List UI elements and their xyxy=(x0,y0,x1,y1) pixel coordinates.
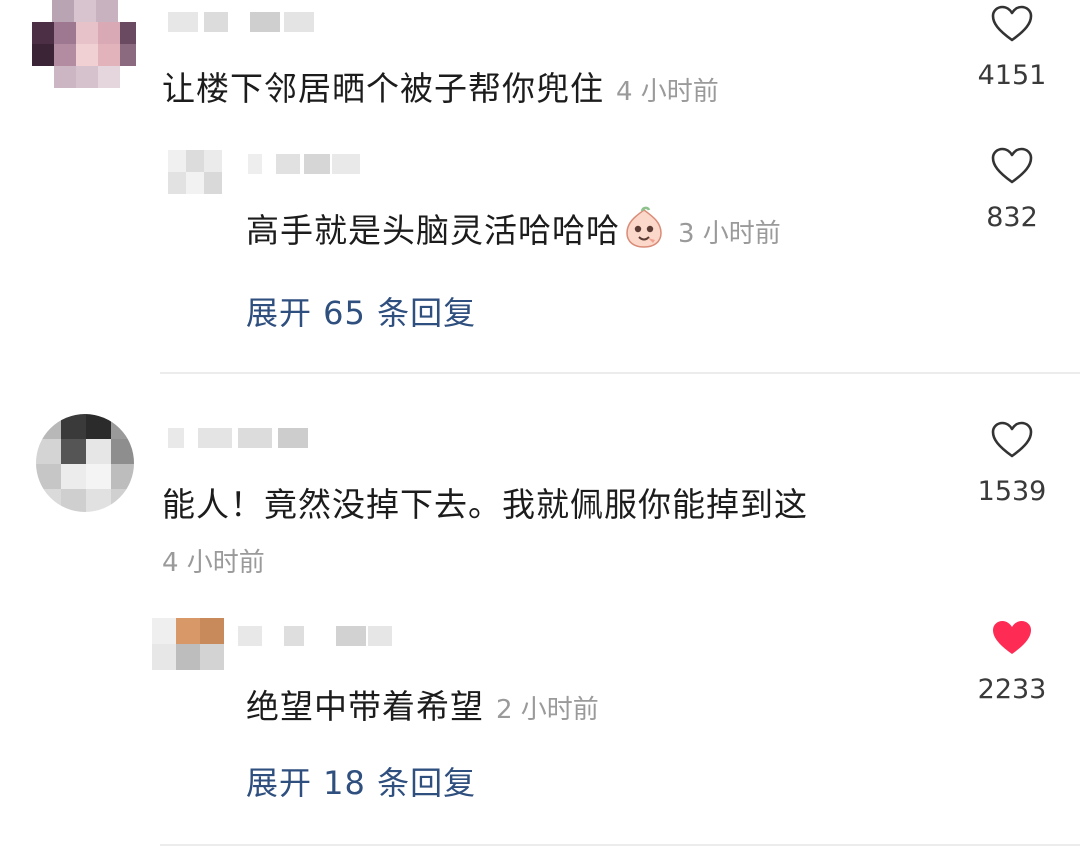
reply-like-button[interactable] xyxy=(990,618,1034,658)
username-blurred[interactable] xyxy=(168,12,328,32)
username-blurred[interactable] xyxy=(168,428,318,448)
expand-replies-link[interactable]: 展开 65 条回复 xyxy=(246,288,476,334)
expand-replies-link[interactable]: 展开 18 条回复 xyxy=(246,758,476,804)
like-count: 4151 xyxy=(977,60,1047,91)
heart-outline-icon xyxy=(991,147,1033,184)
reply-like-count: 832 xyxy=(986,202,1038,233)
like-button[interactable] xyxy=(990,4,1034,44)
laughing-emoji-icon xyxy=(622,206,666,258)
reply-username-blurred[interactable] xyxy=(238,626,398,646)
like-count: 1539 xyxy=(977,476,1047,507)
reply-text: 高手就是头脑灵活哈哈哈 3 小时前 xyxy=(246,204,781,258)
reply-avatar[interactable] xyxy=(152,618,224,670)
reply-like-button[interactable] xyxy=(990,146,1034,186)
reply-username-blurred[interactable] xyxy=(248,154,368,174)
like-button[interactable] xyxy=(990,420,1034,460)
comment-timestamp: 4 小时前 xyxy=(616,77,719,107)
reply-timestamp: 3 小时前 xyxy=(678,219,781,249)
comment-text: 让楼下邻居晒个被子帮你兜住 4 小时前 xyxy=(162,69,719,108)
divider xyxy=(160,372,1080,374)
reply-avatar[interactable] xyxy=(168,150,224,194)
comment-timestamp: 4 小时前 xyxy=(162,548,265,578)
reply-like-count: 2233 xyxy=(977,674,1047,705)
heart-filled-icon xyxy=(993,621,1031,654)
comment-text: 能人！竟然没掉下去。我就佩服你能掉到这 xyxy=(162,485,808,524)
heart-outline-icon xyxy=(991,421,1033,458)
heart-outline-icon xyxy=(991,5,1033,42)
divider xyxy=(160,844,1080,846)
avatar[interactable] xyxy=(32,0,136,100)
avatar[interactable] xyxy=(36,414,134,512)
reply-text: 绝望中带着希望 2 小时前 xyxy=(246,687,599,726)
reply-timestamp: 2 小时前 xyxy=(496,695,599,725)
